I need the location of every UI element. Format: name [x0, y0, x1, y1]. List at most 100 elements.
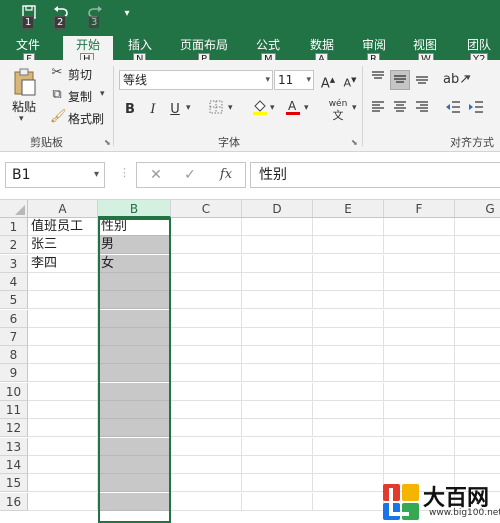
cell-a15[interactable]: [28, 474, 98, 493]
font-color-icon[interactable]: A: [283, 98, 303, 118]
cell-a5[interactable]: [28, 291, 98, 310]
format-painter-icon[interactable]: 🖌: [50, 109, 67, 124]
italic-button[interactable]: I: [143, 100, 163, 120]
cell-c1[interactable]: [171, 218, 242, 236]
cell-c6[interactable]: [171, 309, 242, 328]
copy-label[interactable]: 复制: [68, 88, 92, 105]
cell-a13[interactable]: [28, 437, 98, 456]
cell-d16[interactable]: [242, 492, 313, 511]
fill-color-dropdown-icon[interactable]: ▾: [270, 103, 275, 113]
cell-a8[interactable]: [28, 346, 98, 365]
select-all-corner[interactable]: [0, 200, 28, 218]
cell-g9[interactable]: [455, 364, 500, 383]
cell-d11[interactable]: [242, 401, 313, 419]
cell-a10[interactable]: [28, 382, 98, 401]
column-header-a[interactable]: A: [28, 200, 98, 218]
row-header-6[interactable]: 6: [0, 309, 28, 328]
cell-d9[interactable]: [242, 364, 313, 383]
cell-f4[interactable]: [384, 272, 455, 291]
align-top-icon[interactable]: [368, 70, 388, 90]
cell-a11[interactable]: [28, 401, 98, 419]
cell-g6[interactable]: [455, 310, 500, 328]
row-header-1[interactable]: 1: [0, 218, 28, 236]
underline-button[interactable]: U: [165, 100, 185, 120]
cell-c8[interactable]: [171, 346, 242, 365]
cell-e13[interactable]: [313, 437, 384, 456]
cancel-icon[interactable]: ✕: [143, 163, 169, 187]
column-header-b[interactable]: B: [98, 200, 171, 218]
cell-c2[interactable]: [171, 236, 242, 255]
clipboard-launcher-icon[interactable]: ⬊: [104, 138, 111, 147]
cell-d3[interactable]: [242, 254, 313, 273]
cell-f12[interactable]: [384, 419, 455, 438]
cell-d4[interactable]: [242, 272, 313, 291]
cell-d5[interactable]: [242, 291, 313, 310]
cell-g1[interactable]: [455, 218, 500, 236]
cell-g14[interactable]: [455, 456, 500, 474]
cell-e2[interactable]: [313, 236, 384, 255]
cell-f3[interactable]: [384, 254, 455, 273]
cell-f9[interactable]: [384, 364, 455, 383]
increase-indent-icon[interactable]: [466, 100, 486, 120]
cell-d1[interactable]: [242, 218, 313, 236]
cell-e12[interactable]: [313, 419, 384, 438]
cell-f11[interactable]: [384, 401, 455, 419]
cell-e5[interactable]: [313, 291, 384, 310]
cell-c14[interactable]: [171, 455, 242, 474]
cell-f7[interactable]: [384, 327, 455, 346]
cell-a3[interactable]: 李四: [28, 254, 98, 273]
paste-dropdown-icon[interactable]: ▾: [19, 114, 24, 124]
cell-c4[interactable]: [171, 272, 242, 291]
cell-b7[interactable]: [98, 327, 171, 346]
cell-g7[interactable]: [455, 328, 500, 346]
cell-f13[interactable]: [384, 437, 455, 456]
row-header-9[interactable]: 9: [0, 364, 28, 383]
orientation-dropdown-icon[interactable]: ▾: [466, 73, 471, 83]
row-header-14[interactable]: 14: [0, 455, 28, 474]
column-header-g[interactable]: G: [455, 200, 500, 218]
cell-b3[interactable]: 女: [98, 254, 171, 273]
cell-e6[interactable]: [313, 309, 384, 328]
cell-g8[interactable]: [455, 346, 500, 365]
row-header-8[interactable]: 8: [0, 346, 28, 365]
increase-font-icon[interactable]: A▲: [318, 70, 338, 91]
cell-e4[interactable]: [313, 272, 384, 291]
cell-c5[interactable]: [171, 291, 242, 310]
column-header-e[interactable]: E: [313, 200, 384, 218]
fill-color-icon[interactable]: [250, 98, 270, 118]
cell-f10[interactable]: [384, 382, 455, 401]
cell-a6[interactable]: [28, 309, 98, 328]
name-box[interactable]: B1 ▾: [5, 162, 105, 188]
cell-g3[interactable]: [455, 255, 500, 273]
cell-b9[interactable]: [98, 364, 171, 383]
bold-button[interactable]: B: [120, 100, 140, 120]
cell-c11[interactable]: [171, 401, 242, 419]
cell-e1[interactable]: [313, 218, 384, 236]
column-header-c[interactable]: C: [171, 200, 242, 218]
phonetic-dropdown-icon[interactable]: ▾: [352, 103, 357, 113]
copy-dropdown-icon[interactable]: ▾: [100, 89, 105, 99]
cell-d7[interactable]: [242, 327, 313, 346]
cell-c7[interactable]: [171, 327, 242, 346]
cell-b11[interactable]: [98, 401, 171, 419]
cell-g4[interactable]: [455, 273, 500, 291]
paste-icon[interactable]: [12, 68, 38, 96]
row-header-3[interactable]: 3: [0, 254, 28, 273]
cell-e9[interactable]: [313, 364, 384, 383]
name-box-dropdown-icon[interactable]: ▾: [94, 163, 99, 187]
cell-g5[interactable]: [455, 291, 500, 310]
cell-d10[interactable]: [242, 382, 313, 401]
cell-b5[interactable]: [98, 291, 171, 310]
cell-d6[interactable]: [242, 309, 313, 328]
cell-e11[interactable]: [313, 401, 384, 419]
row-header-5[interactable]: 5: [0, 291, 28, 310]
cell-g10[interactable]: [455, 383, 500, 401]
cell-d12[interactable]: [242, 419, 313, 438]
cell-f2[interactable]: [384, 236, 455, 255]
cell-e8[interactable]: [313, 346, 384, 365]
cell-e16[interactable]: [313, 492, 384, 511]
row-header-16[interactable]: 16: [0, 492, 28, 511]
phonetic-guide-icon[interactable]: wén 文: [325, 98, 351, 122]
column-header-f[interactable]: F: [384, 200, 455, 218]
customize-icon[interactable]: ▾: [116, 4, 138, 24]
